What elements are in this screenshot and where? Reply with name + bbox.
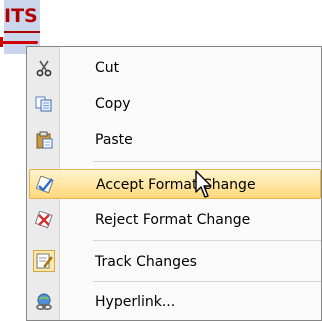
- clipboard-icon: [35, 131, 53, 149]
- word-text: ITS: [4, 5, 38, 27]
- accept-change-icon: [35, 175, 54, 194]
- reject-change-icon: [34, 210, 53, 229]
- menu-item-paste[interactable]: Paste: [29, 125, 321, 155]
- menu-item-accept-format-change[interactable]: Accept Format Change: [29, 169, 321, 199]
- menu-item-label: Copy: [95, 96, 131, 112]
- copy-icon: [35, 95, 53, 113]
- menu-separator: [93, 161, 321, 162]
- menu-item-copy[interactable]: Copy: [29, 89, 321, 119]
- menu-item-reject-format-change[interactable]: Reject Format Change: [29, 205, 321, 235]
- menu-item-label: Accept Format Change: [96, 177, 256, 193]
- menu-item-label: Hyperlink...: [95, 294, 176, 310]
- menu-item-cut[interactable]: Cut: [29, 53, 321, 83]
- menu-item-hyperlink[interactable]: Hyperlink...: [29, 287, 321, 317]
- menu-item-track-changes[interactable]: Track Changes: [29, 247, 321, 277]
- scissors-icon: [35, 59, 53, 77]
- menu-item-label: Paste: [95, 132, 133, 148]
- hyperlink-icon: [35, 293, 53, 311]
- menu-item-label: Track Changes: [95, 254, 197, 270]
- track-changes-icon: [33, 250, 55, 272]
- menu-separator: [93, 281, 321, 282]
- menu-item-label: Cut: [95, 60, 120, 76]
- context-menu: Cut Copy Paste Accept Format Change Reje…: [26, 46, 322, 321]
- menu-separator: [93, 240, 321, 241]
- tracked-change-marker: [0, 37, 38, 47]
- menu-item-label: Reject Format Change: [95, 212, 251, 228]
- mouse-pointer-icon: [194, 170, 216, 200]
- format-change-underline: [4, 31, 40, 33]
